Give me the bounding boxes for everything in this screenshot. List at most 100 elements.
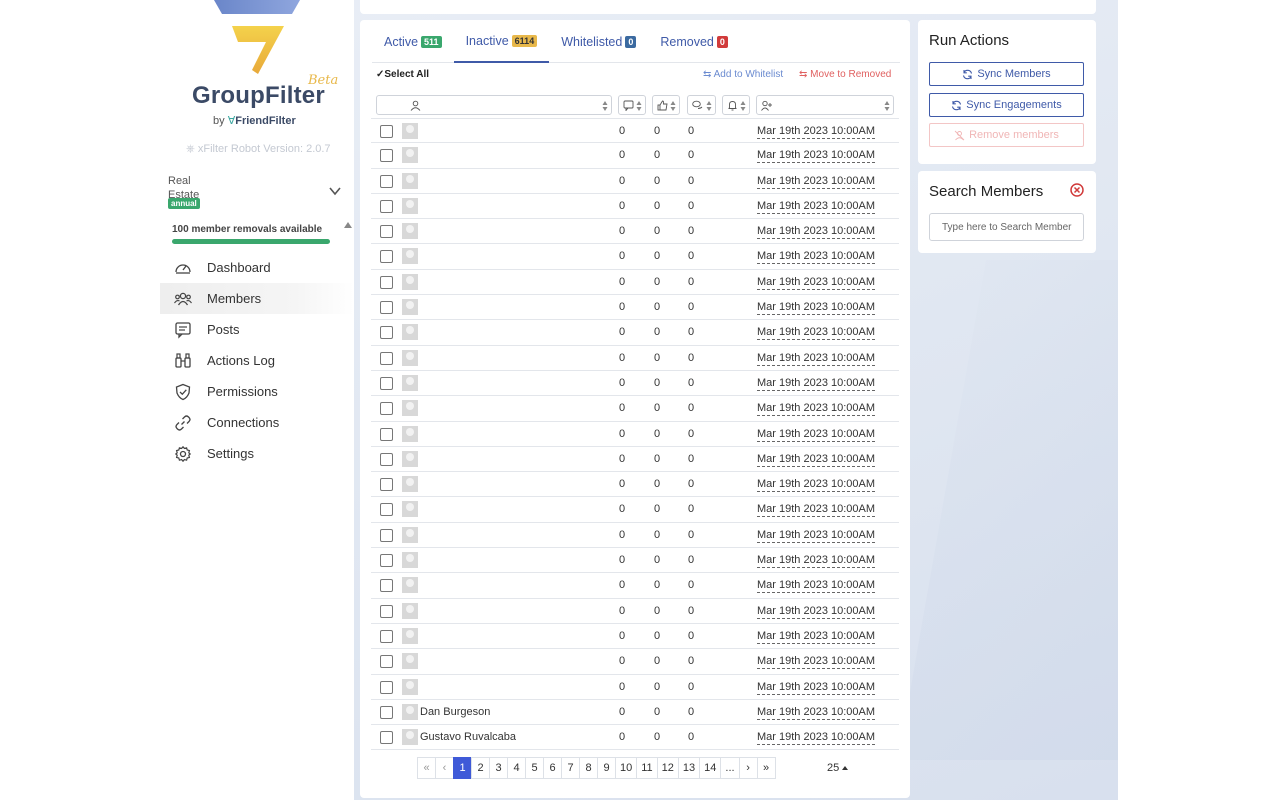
row-checkbox[interactable] (380, 452, 393, 466)
table-row: 0 0 0 Mar 19th 2023 10:00AM (371, 118, 899, 144)
tab-active[interactable]: Active 511 (372, 20, 454, 63)
joined-date: Mar 19th 2023 10:00AM (757, 705, 876, 720)
search-member-input[interactable] (929, 213, 1084, 241)
page-button[interactable]: 6 (543, 757, 562, 779)
row-checkbox[interactable] (380, 301, 393, 315)
page-prev-button[interactable]: ‹ (435, 757, 454, 779)
page-button[interactable]: 1 (453, 757, 472, 779)
sidebar-item-connections[interactable]: Connections (160, 407, 354, 438)
avatar (402, 526, 418, 543)
remove-members-button[interactable]: Remove members (929, 123, 1084, 147)
member-name[interactable]: Dan Burgeson (420, 706, 490, 718)
row-checkbox[interactable] (380, 731, 393, 745)
sidebar-item-posts[interactable]: Posts (160, 314, 354, 345)
table-row: 0 0 0 Mar 19th 2023 10:00AM (371, 573, 899, 599)
joined-date: Mar 19th 2023 10:00AM (757, 579, 876, 594)
sidebar-item-members[interactable]: Members (160, 283, 354, 314)
tab-removed[interactable]: Removed 0 (648, 20, 740, 63)
row-checkbox[interactable] (380, 503, 393, 517)
row-checkbox[interactable] (380, 554, 393, 568)
page-last-button[interactable]: » (756, 757, 776, 779)
page-button[interactable]: 14 (699, 757, 722, 779)
sidebar-item-permissions[interactable]: Permissions (160, 376, 354, 407)
replies-count: 0 (688, 149, 695, 162)
page-button[interactable]: 2 (471, 757, 490, 779)
sync-members-button[interactable]: Sync Members (929, 62, 1084, 86)
chevron-down-icon[interactable] (328, 184, 342, 198)
sidebar-item-settings[interactable]: Settings (160, 438, 354, 469)
add-to-whitelist-button[interactable]: ⇆ Add to Whitelist (703, 69, 783, 80)
row-checkbox[interactable] (380, 149, 393, 163)
sidebar-item-dashboard[interactable]: Dashboard (160, 252, 354, 283)
table-row: 0 0 0 Mar 19th 2023 10:00AM (371, 320, 899, 346)
row-checkbox[interactable] (380, 199, 393, 213)
page-button[interactable]: 4 (507, 757, 526, 779)
page-button[interactable]: 9 (597, 757, 616, 779)
page-button[interactable]: 5 (525, 757, 544, 779)
sync-engagements-button[interactable]: Sync Engagements (929, 93, 1084, 117)
likes-filter[interactable] (652, 95, 680, 115)
row-checkbox[interactable] (380, 629, 393, 643)
scroll-up-arrow-icon[interactable] (344, 222, 352, 228)
page-button[interactable]: 8 (579, 757, 598, 779)
page-button[interactable]: 11 (636, 757, 658, 779)
row-checkbox[interactable] (380, 351, 393, 365)
move-to-removed-button[interactable]: ⇆ Move to Removed (799, 69, 891, 80)
tab-whitelisted[interactable]: Whitelisted 0 (549, 20, 648, 63)
tab-label: Whitelisted (561, 34, 623, 49)
row-checkbox[interactable] (380, 478, 393, 492)
page-ellipsis[interactable]: ... (720, 757, 740, 779)
joined-date: Mar 19th 2023 10:00AM (757, 250, 876, 265)
row-checkbox[interactable] (380, 604, 393, 618)
move-to-removed-label: Move to Removed (810, 69, 892, 80)
page-button[interactable]: 10 (615, 757, 638, 779)
replies-count: 0 (688, 275, 695, 288)
sort-icon (706, 101, 712, 111)
notifications-filter[interactable] (722, 95, 750, 115)
row-checkbox[interactable] (380, 680, 393, 694)
row-checkbox[interactable] (380, 376, 393, 390)
per-page-select[interactable]: 25 (827, 762, 848, 774)
joined-date: Mar 19th 2023 10:00AM (757, 174, 876, 189)
close-circle-icon[interactable] (1070, 183, 1084, 197)
joined-filter[interactable] (756, 95, 894, 115)
replies-filter[interactable] (687, 95, 716, 115)
name-filter[interactable] (376, 95, 612, 115)
comments-filter[interactable] (618, 95, 646, 115)
replies-count: 0 (688, 680, 695, 693)
member-name[interactable]: Gustavo Ruvalcaba (420, 731, 516, 743)
row-checkbox[interactable] (380, 427, 393, 441)
tab-inactive[interactable]: Inactive 6114 (453, 20, 550, 63)
likes-count: 0 (654, 705, 661, 718)
row-checkbox[interactable] (380, 528, 393, 542)
row-checkbox[interactable] (380, 655, 393, 669)
sidebar-item-actions-log[interactable]: Actions Log (160, 345, 354, 376)
row-checkbox[interactable] (380, 705, 393, 719)
row-checkbox[interactable] (380, 225, 393, 239)
row-checkbox[interactable] (380, 402, 393, 416)
row-checkbox[interactable] (380, 125, 393, 138)
row-checkbox[interactable] (380, 250, 393, 264)
select-all-button[interactable]: ✓Select All (376, 69, 429, 80)
row-checkbox[interactable] (380, 174, 393, 188)
comments-count: 0 (619, 199, 626, 212)
group-selector[interactable]: Real Estate annual (168, 172, 346, 214)
page-next-button[interactable]: › (738, 757, 758, 779)
joined-date: Mar 19th 2023 10:00AM (757, 199, 876, 214)
page-first-button[interactable]: « (417, 757, 436, 779)
sort-icon (884, 101, 890, 111)
page-button[interactable]: 7 (561, 757, 580, 779)
page-button[interactable]: 3 (489, 757, 508, 779)
avatar (402, 627, 418, 644)
swap-arrows-icon: ⇆ (799, 69, 808, 80)
likes-count: 0 (654, 125, 661, 137)
replies-count: 0 (688, 225, 695, 238)
replies-count: 0 (688, 301, 695, 314)
row-checkbox[interactable] (380, 579, 393, 593)
page-button[interactable]: 12 (656, 757, 679, 779)
row-checkbox[interactable] (380, 326, 393, 340)
joined-date: Mar 19th 2023 10:00AM (757, 655, 876, 670)
page-button[interactable]: 13 (677, 757, 701, 779)
plan-badge: annual (168, 198, 200, 209)
row-checkbox[interactable] (380, 275, 393, 289)
